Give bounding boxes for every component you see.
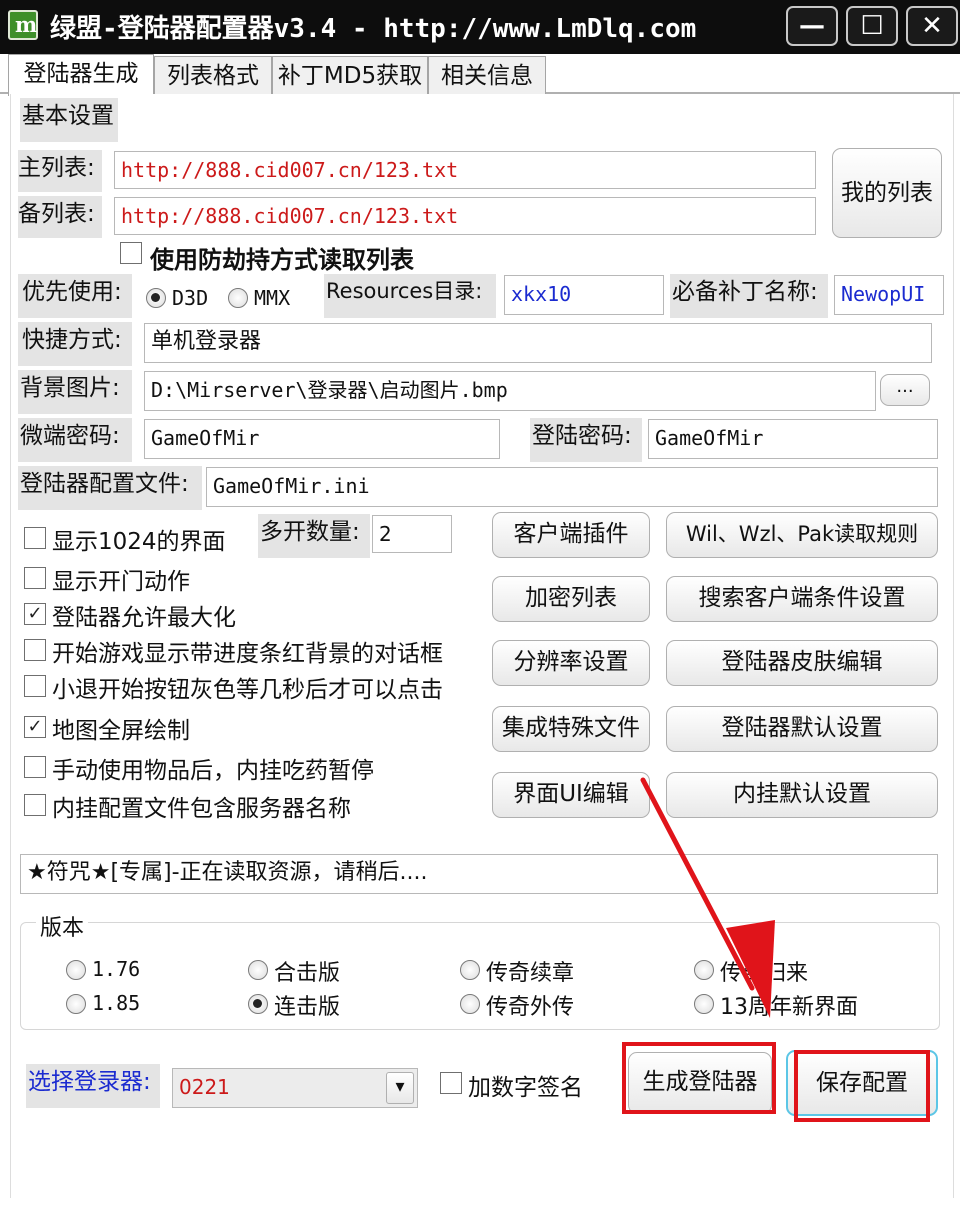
priority-label: 优先使用:	[18, 274, 132, 318]
patch-name-input[interactable]: NewopUI	[834, 275, 944, 315]
maximize-icon: ☐	[860, 11, 884, 41]
my-list-button[interactable]: 我的列表	[832, 148, 942, 238]
tab-patch-md5[interactable]: 补丁MD5获取	[272, 56, 428, 94]
version-waizhuan-label: 传奇外传	[486, 995, 575, 1020]
microclient-password-input[interactable]: GameOfMir	[144, 419, 500, 459]
bg-image-input[interactable]: D:\Mirserver\登录器\启动图片.bmp	[144, 371, 876, 411]
close-button[interactable]: ✕	[906, 6, 958, 46]
login-password-label: 登陆密码:	[530, 418, 642, 462]
backup-list-label: 备列表:	[18, 196, 102, 238]
app-logo-icon: m	[8, 10, 38, 40]
version-guilai-radio[interactable]	[694, 960, 714, 980]
minimize-icon: —	[799, 11, 825, 41]
resources-label: Resources目录:	[324, 274, 496, 318]
special-files-button[interactable]: 集成特殊文件	[492, 706, 650, 752]
checkbox-show-1024-label: 显示1024的界面	[52, 529, 226, 555]
multi-open-label: 多开数量:	[258, 514, 370, 558]
checkbox-fullscreen-map-label: 地图全屏绘制	[52, 718, 190, 744]
priority-mmx-radio[interactable]	[228, 288, 248, 308]
checkbox-include-server-name-label: 内挂配置文件包含服务器名称	[52, 796, 351, 822]
browse-button[interactable]: ...	[880, 374, 930, 406]
checkbox-door-animation-label: 显示开门动作	[52, 569, 190, 595]
app-logo-letter: m	[15, 12, 38, 37]
main-list-input[interactable]: http://888.cid007.cn/123.txt	[114, 151, 816, 189]
tab-list-format[interactable]: 列表格式	[154, 56, 272, 94]
bg-image-label: 背景图片:	[18, 370, 132, 414]
version-176-label: 1.76	[92, 957, 141, 981]
ui-edit-button[interactable]: 界面UI编辑	[492, 772, 650, 818]
checkbox-delay-button[interactable]	[24, 675, 46, 697]
checkbox-allow-maximize-label: 登陆器允许最大化	[52, 605, 236, 631]
version-185-radio[interactable]	[66, 994, 86, 1014]
status-text: ★符咒★[专属]-正在读取资源，请稍后....	[20, 854, 938, 894]
patch-name-label: 必备补丁名称:	[670, 274, 828, 318]
chevron-down-icon[interactable]: ▾	[386, 1072, 414, 1104]
version-13th-label: 13周年新界面	[720, 995, 858, 1020]
tab-generator[interactable]: 登陆器生成	[8, 54, 154, 96]
checkbox-progress-dialog-label: 开始游戏显示带进度条红背景的对话框	[52, 641, 443, 667]
digital-sign-label: 加数字签名	[468, 1075, 583, 1101]
close-icon: ✕	[921, 11, 943, 41]
checkbox-delay-button-label: 小退开始按钮灰色等几秒后才可以点击	[52, 677, 443, 703]
microclient-password-label: 微端密码:	[18, 418, 132, 462]
version-waizhuan-radio[interactable]	[460, 994, 480, 1014]
shortcut-label: 快捷方式:	[18, 322, 132, 366]
anti-hijack-checkbox[interactable]	[120, 242, 142, 264]
select-launcher-label: 选择登录器:	[26, 1064, 160, 1108]
save-highlight-box	[794, 1050, 930, 1122]
version-heji-label: 合击版	[274, 961, 341, 986]
version-lianji-radio[interactable]	[248, 994, 268, 1014]
checkbox-include-server-name[interactable]	[24, 794, 46, 816]
priority-mmx-label: MMX	[254, 286, 291, 310]
version-xuzhang-radio[interactable]	[460, 960, 480, 980]
version-185-label: 1.85	[92, 991, 141, 1015]
checkbox-progress-dialog[interactable]	[24, 639, 46, 661]
basic-settings-title: 基本设置	[20, 98, 118, 142]
version-group-title: 版本	[36, 910, 89, 942]
encrypt-list-button[interactable]: 加密列表	[492, 576, 650, 622]
digital-sign-checkbox[interactable]	[440, 1072, 462, 1094]
default-settings-button[interactable]: 登陆器默认设置	[666, 706, 938, 752]
main-list-label: 主列表:	[18, 150, 102, 192]
version-176-radio[interactable]	[66, 960, 86, 980]
generate-highlight-box	[622, 1042, 776, 1114]
wil-rule-button[interactable]: Wil、Wzl、Pak读取规则	[666, 512, 938, 558]
checkbox-door-animation[interactable]	[24, 567, 46, 589]
version-heji-radio[interactable]	[248, 960, 268, 980]
resources-input[interactable]: xkx10	[504, 275, 664, 315]
checkbox-pause-potion-label: 手动使用物品后，内挂吃药暂停	[52, 758, 374, 784]
tab-related-info[interactable]: 相关信息	[428, 56, 546, 94]
maximize-button[interactable]: ☐	[846, 6, 898, 46]
skin-edit-button[interactable]: 登陆器皮肤编辑	[666, 640, 938, 686]
priority-d3d-label: D3D	[172, 286, 209, 310]
anti-hijack-label: 使用防劫持方式读取列表	[150, 246, 414, 274]
multi-open-input[interactable]: 2	[372, 515, 452, 553]
client-plugin-button[interactable]: 客户端插件	[492, 512, 650, 558]
select-launcher-dropdown[interactable]: 0221	[172, 1068, 418, 1108]
window-title: 绿盟-登陆器配置器v3.4 - http://www.LmDlq.com	[50, 14, 697, 44]
config-file-label: 登陆器配置文件:	[18, 466, 202, 510]
backup-list-input[interactable]: http://888.cid007.cn/123.txt	[114, 197, 816, 235]
checkbox-pause-potion[interactable]	[24, 756, 46, 778]
login-password-input[interactable]: GameOfMir	[648, 419, 938, 459]
shortcut-input[interactable]: 单机登录器	[144, 323, 932, 363]
resolution-button[interactable]: 分辨率设置	[492, 640, 650, 686]
version-lianji-label: 连击版	[274, 995, 341, 1020]
config-file-input[interactable]: GameOfMir.ini	[206, 467, 938, 507]
checkbox-fullscreen-map[interactable]: ✓	[24, 716, 46, 738]
checkbox-allow-maximize[interactable]: ✓	[24, 603, 46, 625]
version-xuzhang-label: 传奇续章	[486, 961, 575, 986]
plugin-default-button[interactable]: 内挂默认设置	[666, 772, 938, 818]
version-13th-radio[interactable]	[694, 994, 714, 1014]
priority-d3d-radio[interactable]	[146, 288, 166, 308]
version-guilai-label: 传奇归来	[720, 961, 809, 986]
search-client-button[interactable]: 搜索客户端条件设置	[666, 576, 938, 622]
checkbox-show-1024[interactable]	[24, 527, 46, 549]
minimize-button[interactable]: —	[786, 6, 838, 46]
